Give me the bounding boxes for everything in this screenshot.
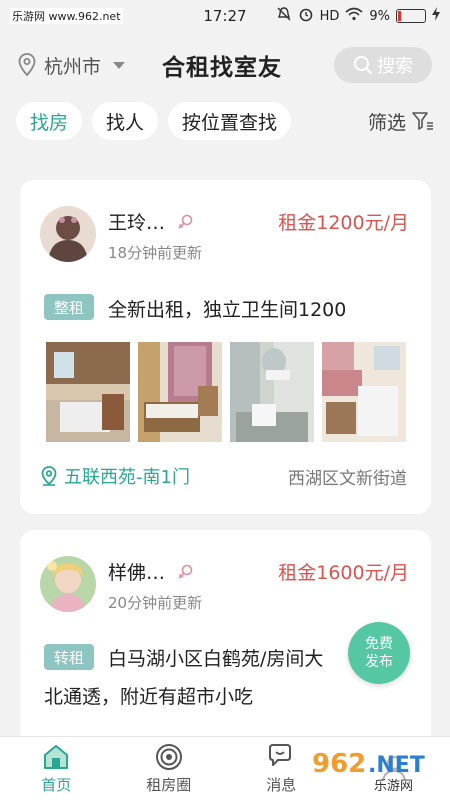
- listing-description-line2: 北通透，附近有超市小吃: [44, 686, 254, 708]
- tab-label: 租房圈: [146, 776, 192, 794]
- tab-home[interactable]: 首页: [11, 737, 101, 800]
- circle-target-icon: [155, 744, 182, 770]
- listing-description: 全新出租，独立卫生间1200: [108, 299, 347, 321]
- chip-by-location[interactable]: 按位置查找: [168, 102, 292, 140]
- filter-button[interactable]: 筛选: [368, 108, 434, 135]
- room-photo[interactable]: [322, 342, 406, 442]
- tab-label: 首页: [41, 776, 72, 794]
- page-title: 合租找室友: [162, 55, 282, 81]
- rent-price: 租金1200元/月: [278, 212, 409, 234]
- publish-button[interactable]: 免费 发布: [348, 622, 410, 684]
- chip-label: 找房: [30, 111, 69, 134]
- city-selector[interactable]: 杭州市: [18, 52, 126, 79]
- room-photo[interactable]: [138, 342, 222, 442]
- photo-strip: [46, 342, 406, 442]
- search-label: 搜索: [377, 56, 413, 77]
- room-photo[interactable]: [230, 342, 314, 442]
- avatar[interactable]: [40, 206, 96, 262]
- battery-icon: [396, 9, 426, 23]
- search-icon: [354, 56, 373, 75]
- publish-label-line1: 免费: [365, 636, 393, 652]
- rent-price: 租金1600元/月: [278, 562, 409, 584]
- user-name: 王玲…: [108, 208, 193, 235]
- room-photo[interactable]: [46, 342, 130, 442]
- search-button[interactable]: 搜索: [334, 47, 432, 83]
- network-label: HD: [319, 8, 340, 24]
- chip-find-room[interactable]: 找房: [16, 102, 83, 140]
- wifi-icon: [345, 7, 363, 25]
- user-name-text: 王玲…: [108, 212, 166, 234]
- status-bar: 乐游网 www.962.net 17:27 HD 9%: [0, 0, 450, 32]
- chip-label: 按位置查找: [182, 111, 278, 134]
- svg-text:.NET: .NET: [368, 753, 425, 778]
- tab-rental-circle[interactable]: 租房圈: [124, 737, 214, 800]
- chip-find-people[interactable]: 找人: [92, 102, 159, 140]
- location-name: 五联西苑-南1门: [64, 467, 190, 488]
- chip-label: 找人: [106, 111, 145, 134]
- location-pin-icon: [41, 466, 57, 486]
- location-pin-icon: [18, 53, 36, 77]
- chevron-down-icon: [113, 61, 126, 69]
- city-name: 杭州市: [44, 55, 102, 78]
- updated-time: 20分钟前更新: [108, 594, 203, 612]
- filter-icon: [412, 112, 433, 130]
- filter-label: 筛选: [367, 111, 406, 134]
- tab-label: 消息: [266, 776, 297, 794]
- user-name: 样佛…: [108, 558, 193, 585]
- svg-text:乐游网: 乐游网: [374, 779, 413, 794]
- charging-icon: [432, 7, 440, 25]
- publish-label-line2: 发布: [365, 654, 393, 670]
- location-link[interactable]: 五联西苑-南1门: [40, 463, 190, 489]
- svg-text:962: 962: [312, 749, 366, 779]
- mute-icon: [276, 6, 292, 26]
- female-icon: [178, 214, 193, 229]
- rent-type-badge: 转租: [44, 644, 94, 670]
- chat-icon: [269, 744, 292, 766]
- top-bar: 杭州市 合租找室友 搜索: [0, 32, 450, 98]
- listing-description-line1: 白马湖小区白鹤苑/房间大: [108, 648, 324, 670]
- alarm-icon: [298, 6, 314, 26]
- home-icon: [44, 745, 69, 769]
- updated-time: 18分钟前更新: [108, 244, 203, 262]
- female-icon: [178, 564, 193, 579]
- site-watermark-text: 乐游网 www.962.net: [10, 8, 123, 24]
- avatar[interactable]: [40, 556, 96, 612]
- district-text: 西湖区文新街道: [288, 469, 407, 489]
- listing-card[interactable]: 王玲… 18分钟前更新 租金1200元/月 整租 全新出租，独立卫生间1200 …: [20, 180, 431, 514]
- site-watermark-logo: 962 .NET 乐游网: [304, 742, 444, 794]
- user-name-text: 样佛…: [108, 562, 166, 584]
- rent-type-badge: 整租: [44, 294, 94, 320]
- battery-percent: 9%: [369, 8, 390, 24]
- filter-bar: 找房 找人 按位置查找 筛选: [0, 98, 450, 144]
